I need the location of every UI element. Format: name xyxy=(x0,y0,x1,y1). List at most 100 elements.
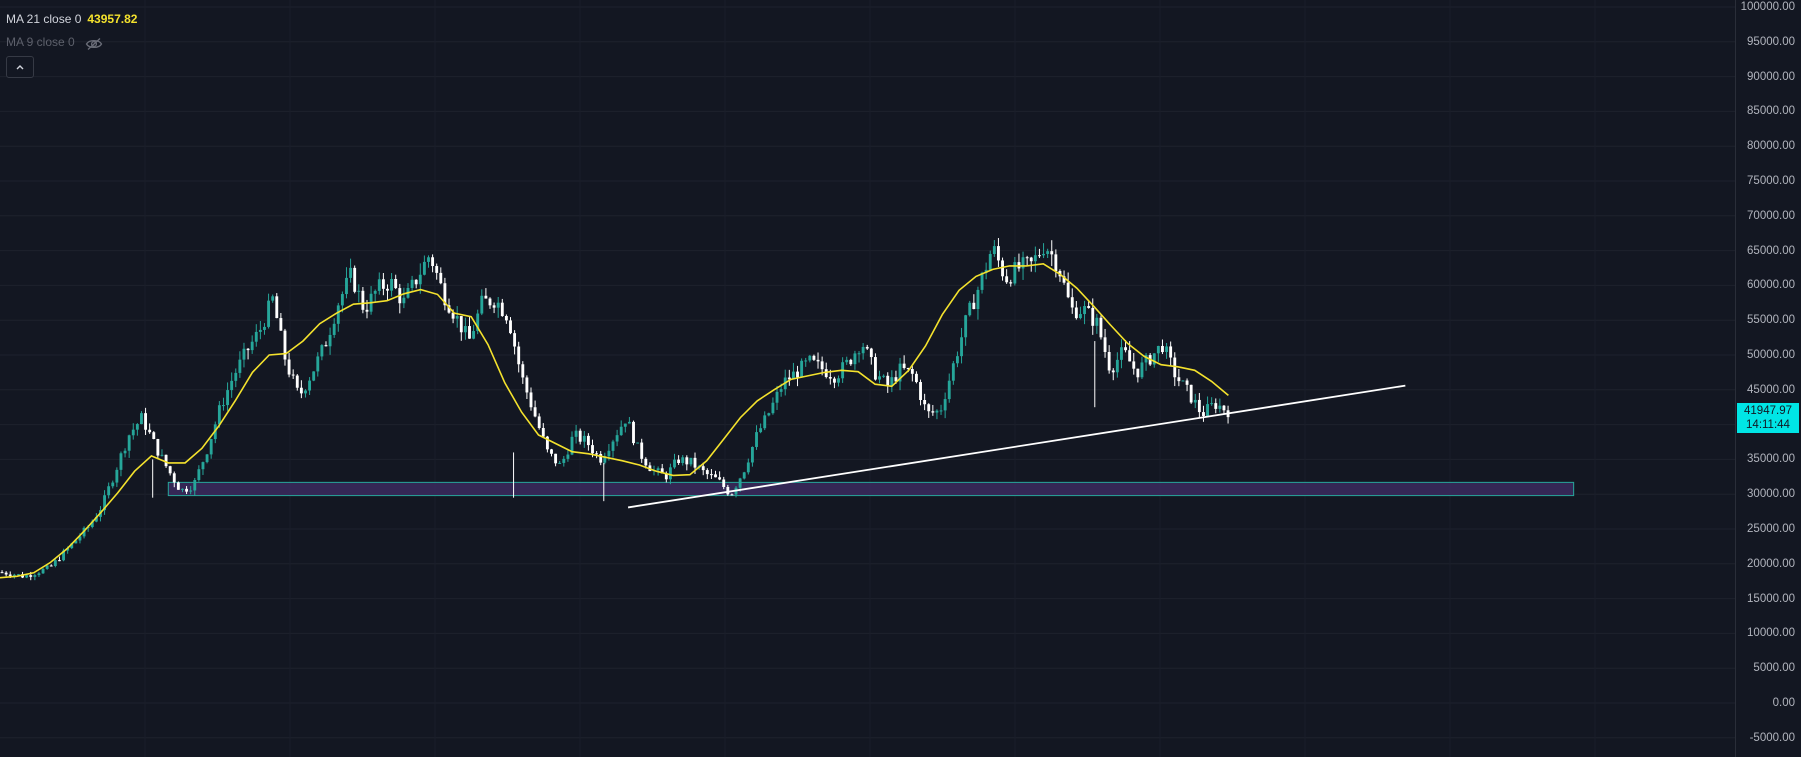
candle-body xyxy=(976,289,980,310)
candle-body xyxy=(246,348,250,351)
candle-body xyxy=(58,560,61,562)
price-axis[interactable]: 100000.00 95000.00 90000.00 85000.00 80000.0… xyxy=(1735,0,1801,757)
candle-body xyxy=(332,323,336,335)
candle-body xyxy=(1181,380,1185,382)
price-tick-label: 50000.00 xyxy=(1747,349,1795,361)
candle-body xyxy=(615,435,619,442)
candle-body xyxy=(287,359,291,375)
candle-body xyxy=(919,382,922,401)
candle-body xyxy=(205,454,209,463)
price-tick-label: 45000.00 xyxy=(1747,383,1795,396)
candle-body xyxy=(258,329,262,332)
candle-body xyxy=(607,450,611,457)
candle-body xyxy=(673,459,676,468)
candle-body xyxy=(304,390,307,394)
chart-area[interactable] xyxy=(0,0,1801,757)
candle-body xyxy=(586,435,590,446)
candle-body xyxy=(964,315,968,338)
candle-body xyxy=(763,415,767,429)
price-tick-label: 100000.00 xyxy=(1740,1,1795,13)
candle-body xyxy=(1214,403,1218,409)
price-tick-label: 0.00 xyxy=(1772,697,1795,709)
candle-body xyxy=(845,359,849,363)
candle-body xyxy=(1079,314,1082,319)
candle-body xyxy=(336,305,340,324)
candle-body xyxy=(853,353,857,365)
ma9-legend-row[interactable]: MA 9 close 0 xyxy=(6,31,137,54)
candle-body xyxy=(1038,255,1041,257)
candle-body xyxy=(439,272,443,284)
candle-body xyxy=(1054,254,1058,271)
candle-body xyxy=(718,477,722,480)
candle-body xyxy=(1091,307,1095,326)
chevron-up-icon xyxy=(16,65,24,70)
candle-body xyxy=(738,478,742,488)
candle-body xyxy=(410,279,414,288)
candle-body xyxy=(390,279,394,291)
price-tick-label: 70000.00 xyxy=(1747,209,1795,222)
candle-body xyxy=(1124,347,1127,351)
candle-body xyxy=(418,274,422,285)
candle-body xyxy=(156,439,160,456)
candle-body xyxy=(496,302,500,308)
candle-body xyxy=(1173,357,1177,378)
ma21-legend-row[interactable]: MA 21 close 0 43957.82 xyxy=(6,8,137,31)
candle-body xyxy=(755,432,758,447)
candle-body xyxy=(41,568,45,574)
candle-body xyxy=(238,359,242,373)
candle-body xyxy=(816,359,820,362)
price-chart[interactable] xyxy=(0,0,1801,757)
candle-body xyxy=(472,331,476,339)
ma9-label: MA 9 close 0 xyxy=(6,35,75,49)
candle-body xyxy=(484,295,488,299)
price-tick-label: 30000.00 xyxy=(1747,488,1795,501)
candle-body xyxy=(619,426,623,436)
price-tick-label: 10000.00 xyxy=(1747,627,1795,640)
candle-body xyxy=(873,357,877,380)
candle-body xyxy=(927,404,931,412)
candle-body xyxy=(623,423,627,427)
candle-body xyxy=(291,374,295,376)
candle-body xyxy=(533,407,537,417)
candle-body xyxy=(349,267,353,278)
ma21-value: 43957.82 xyxy=(87,12,138,26)
candle-body xyxy=(681,457,685,464)
candle-body xyxy=(509,320,512,334)
candle-body xyxy=(189,490,193,492)
candle-body xyxy=(820,361,824,370)
price-tick-label: 35000.00 xyxy=(1747,453,1795,466)
ma21-line xyxy=(0,262,1229,579)
candle-body xyxy=(1202,412,1205,417)
candle-body xyxy=(435,266,439,273)
candle-body xyxy=(115,469,119,483)
candle-body xyxy=(230,380,234,391)
current-price-value: 41947.97 xyxy=(1744,405,1792,418)
candle-body xyxy=(414,279,418,285)
current-price-tag: 41947.97 14:11:44 xyxy=(1737,403,1799,434)
price-tick-label: 75000.00 xyxy=(1747,175,1795,187)
price-tick-label: 80000.00 xyxy=(1747,140,1795,153)
eye-off-icon[interactable] xyxy=(85,36,103,50)
candle-body xyxy=(135,424,139,430)
indicator-legend: MA 21 close 0 43957.82 MA 9 close 0 xyxy=(6,8,137,78)
collapse-legend-button[interactable] xyxy=(6,56,34,78)
candle-body xyxy=(463,326,467,333)
candle-body xyxy=(775,391,779,403)
candle-body xyxy=(595,453,599,455)
candle-body xyxy=(771,402,775,414)
candle-body xyxy=(1140,362,1144,378)
candle-body xyxy=(480,295,484,314)
candle-body xyxy=(566,454,570,459)
candle-body xyxy=(886,375,890,387)
candle-body xyxy=(730,494,734,496)
candle-body xyxy=(627,421,631,424)
candle-body xyxy=(386,288,389,291)
candle-body xyxy=(554,453,558,464)
price-tick-label: 90000.00 xyxy=(1747,70,1795,83)
candle-body xyxy=(402,297,406,304)
candle-body xyxy=(357,290,361,292)
candle-body xyxy=(701,466,705,471)
candle-body xyxy=(1185,380,1189,385)
candle-body xyxy=(504,316,508,321)
candle-body xyxy=(972,302,976,310)
